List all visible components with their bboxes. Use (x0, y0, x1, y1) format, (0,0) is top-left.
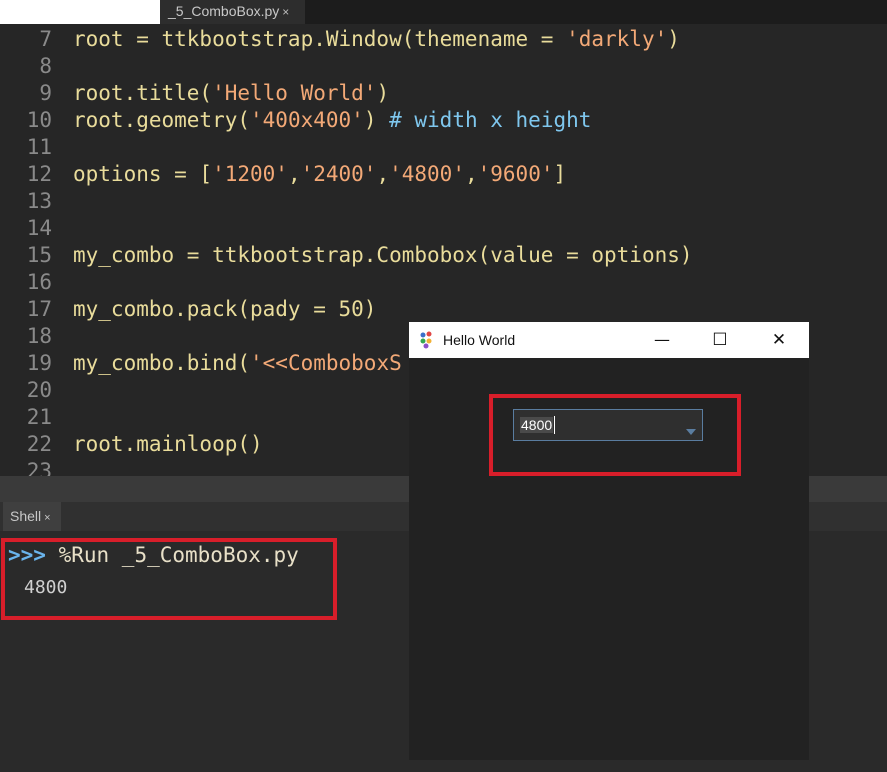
line-number: 9 (39, 81, 52, 105)
window-titlebar[interactable]: Hello World — ☐ ✕ (409, 322, 809, 358)
code-text: my_combo.pack(pady = 50) (73, 296, 376, 323)
code-text: root.geometry('400x400') # width x heigh… (73, 107, 591, 134)
code-line: 8 (0, 53, 887, 80)
shell-tab-label: Shell (10, 508, 42, 524)
line-number: 7 (39, 27, 52, 51)
window-title: Hello World (443, 332, 516, 348)
shell-highlight-box (1, 538, 337, 620)
tabbar-blank-area (0, 0, 160, 24)
string-token: 'darkly' (566, 27, 668, 51)
editor-tabbar: _5_ComboBox.py × (0, 0, 887, 24)
code-line: 9 root.title('Hello World') (0, 80, 887, 107)
code-token: root.title( (73, 81, 213, 105)
code-line: 12 options = ['1200','2400','4800','9600'… (0, 161, 887, 188)
code-line: 10 root.geometry('400x400') # width x hei… (0, 107, 887, 134)
code-token: my_combo.bind( (73, 351, 251, 375)
code-text: my_combo.bind('<<ComboboxS (73, 350, 402, 377)
line-number: 21 (26, 405, 52, 429)
hello-world-window: Hello World — ☐ ✕ 4800 (409, 322, 809, 760)
line-number: 15 (26, 243, 52, 267)
tk-feather-icon (420, 331, 432, 349)
string-token: '2400' (300, 162, 377, 186)
line-number: 14 (26, 216, 52, 240)
code-token: my_combo = ttkbootstrap.Combobox(value =… (73, 243, 693, 267)
code-text: root = ttkbootstrap.Window(themename = '… (73, 26, 680, 53)
string-token: '<<ComboboxS (250, 351, 402, 375)
line-number: 16 (26, 270, 52, 294)
code-token: , (376, 162, 390, 186)
code-text: root.mainloop() (73, 431, 263, 458)
comment-token: # width x height (389, 108, 592, 132)
tab-shell[interactable]: Shell × (3, 502, 61, 531)
string-token: '1200' (212, 162, 288, 186)
tab-close-icon[interactable]: × (282, 5, 289, 19)
code-token: ] (553, 162, 567, 186)
line-number: 19 (26, 351, 52, 375)
code-line: 16 (0, 269, 887, 296)
code-line: 17 my_combo.pack(pady = 50) (0, 296, 887, 323)
code-text: options = ['1200','2400','4800','9600'] (73, 161, 566, 188)
tab-label: _5_ComboBox.py (168, 3, 280, 19)
code-token: , (464, 162, 478, 186)
line-number: 12 (26, 162, 52, 186)
shell-tab-close-icon[interactable]: × (44, 512, 50, 524)
code-token: ) (376, 81, 390, 105)
code-token: , (287, 162, 301, 186)
code-text: root.title('Hello World') (73, 80, 389, 107)
code-token: root.geometry( (73, 108, 251, 132)
code-token: root.mainloop() (73, 432, 263, 456)
line-number: 17 (26, 297, 52, 321)
line-number: 22 (26, 432, 52, 456)
string-token: '4800' (389, 162, 465, 186)
combobox-highlight-box (489, 394, 741, 476)
code-token: options = [ (73, 162, 213, 186)
line-number: 11 (26, 135, 52, 159)
code-text: my_combo = ttkbootstrap.Combobox(value =… (73, 242, 693, 269)
line-number: 8 (39, 54, 52, 78)
code-token: ) (363, 108, 390, 132)
code-line: 14 (0, 215, 887, 242)
code-token: root = ttkbootstrap.Window(themename = (73, 27, 567, 51)
code-line: 7 root = ttkbootstrap.Window(themename = … (0, 26, 887, 53)
code-token: my_combo.pack(pady = 50) (73, 297, 377, 321)
string-token: 'Hello World' (212, 81, 377, 105)
tab-comboBox-file[interactable]: _5_ComboBox.py × (160, 0, 305, 24)
minimize-button[interactable]: — (639, 322, 685, 358)
code-line: 15 my_combo = ttkbootstrap.Combobox(value… (0, 242, 887, 269)
code-token: ) (667, 27, 680, 51)
code-line: 13 (0, 188, 887, 215)
line-number: 23 (26, 459, 52, 476)
close-button[interactable]: ✕ (756, 322, 802, 358)
code-line: 11 (0, 134, 887, 161)
maximize-button[interactable]: ☐ (697, 322, 743, 358)
line-number: 20 (26, 378, 52, 402)
line-number: 10 (26, 108, 52, 132)
line-number: 18 (26, 324, 52, 348)
line-number: 13 (26, 189, 52, 213)
string-token: '400x400' (250, 108, 364, 132)
string-token: '9600' (477, 162, 554, 186)
